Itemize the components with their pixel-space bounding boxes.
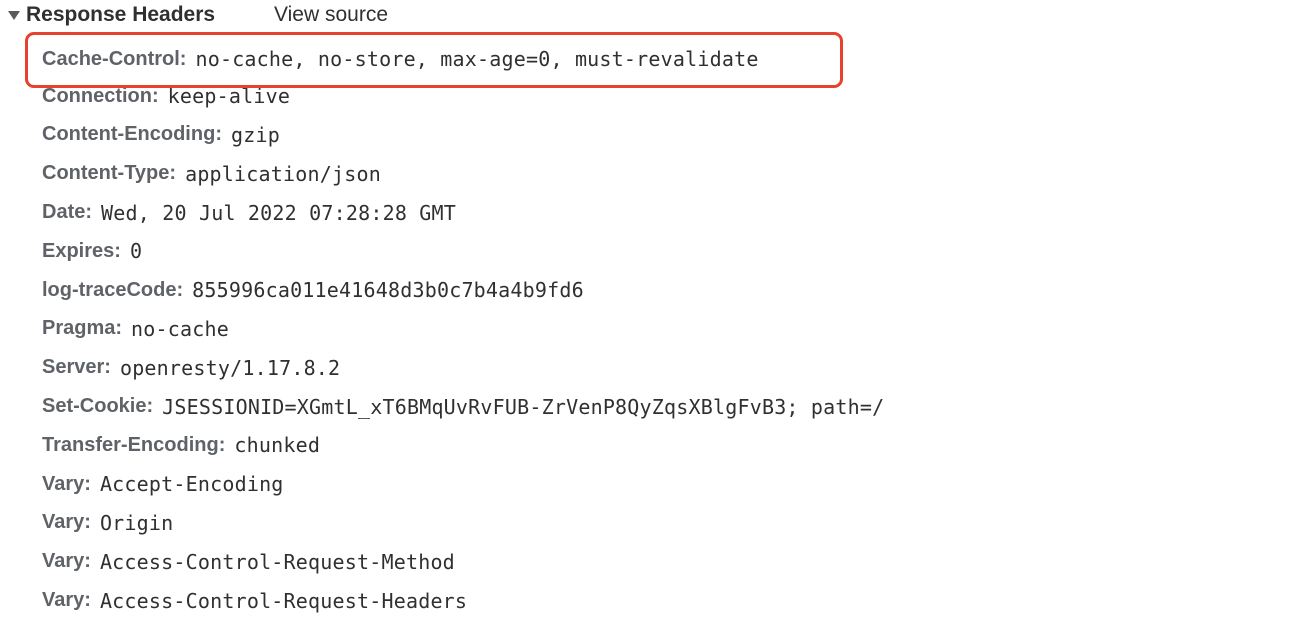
header-name: Date <box>42 201 86 224</box>
header-colon: : <box>85 201 93 224</box>
header-row: Vary: Accept-Encoding <box>42 465 884 504</box>
header-colon: : <box>114 239 121 262</box>
header-colon: : <box>169 162 177 185</box>
header-row: Content-Type: application/json <box>42 154 884 193</box>
header-name: Vary <box>42 550 85 573</box>
annotation-highlight-box: Cache-Control: no-cache, no-store, max-ag… <box>25 32 843 88</box>
header-colon: : <box>84 550 91 573</box>
header-value: no-cache, no-store, max-age=0, must-reva… <box>195 47 759 72</box>
header-colon: : <box>152 84 159 107</box>
header-row: Content-Encoding: gzip <box>42 116 884 155</box>
header-name: Vary <box>42 511 85 534</box>
header-name: Vary <box>42 589 85 612</box>
header-colon: : <box>84 589 91 612</box>
header-value: JSESSIONID=XGmtL_xT6BMqUvRvFUB-ZrVenP8Qy… <box>162 394 885 419</box>
header-value: Access-Control-Request-Method <box>99 549 455 574</box>
header-row: Set-Cookie: JSESSIONID=XGmtL_xT6BMqUvRvFU… <box>42 387 884 426</box>
header-value: gzip <box>230 122 280 147</box>
header-value: Origin <box>99 510 174 535</box>
header-value: no-cache <box>131 316 229 341</box>
header-colon: : <box>179 47 187 70</box>
header-colon: : <box>84 472 91 495</box>
header-colon: : <box>104 356 111 379</box>
header-name: Content-Encoding <box>42 123 216 146</box>
header-value: Wed, 20 Jul 2022 07:28:28 GMT <box>101 200 457 225</box>
header-colon: : <box>146 395 154 418</box>
header-colon: : <box>218 433 226 456</box>
header-row: Pragma: no-cache <box>42 310 884 349</box>
header-row: Server: openresty/1.17.8.2 <box>42 348 884 387</box>
header-row-cache-control: Cache-Control: no-cache, no-store, max-ag… <box>42 40 759 79</box>
header-colon: : <box>115 317 123 340</box>
header-colon: : <box>176 278 184 301</box>
header-name: Transfer-Encoding <box>42 433 219 456</box>
header-row: Vary: Access-Control-Request-Headers <box>42 581 884 620</box>
header-name: Content-Type <box>42 162 170 185</box>
header-row: log-traceCode:855996ca011e41648d3b0c7b4a… <box>42 271 884 310</box>
header-value: chunked <box>234 433 321 458</box>
header-colon: : <box>215 123 222 146</box>
section-title: Response Headers <box>26 3 216 26</box>
header-name: Server <box>42 356 105 379</box>
header-value: Access-Control-Request-Headers <box>99 588 468 613</box>
header-name: Vary <box>42 472 85 495</box>
response-headers-toggle[interactable]: Response Headers <box>8 2 215 28</box>
header-row: Transfer-Encoding: chunked <box>42 426 884 465</box>
header-row: Date: Wed, 20 Jul 2022 07:28:28 GMT <box>42 193 884 232</box>
header-name: Pragma <box>42 317 116 340</box>
header-row: Vary: Access-Control-Request-Method <box>42 542 884 581</box>
response-headers-list: Connection: keep-alive Content-Encoding: g… <box>42 38 884 620</box>
header-name: log-traceCode <box>42 278 177 301</box>
header-row: Expires:0 <box>42 232 884 271</box>
header-colon: : <box>84 511 91 534</box>
header-value: 0 <box>129 239 143 264</box>
header-name: Cache-Control <box>42 47 180 70</box>
header-value: Accept-Encoding <box>99 472 284 497</box>
header-value: openresty/1.17.8.2 <box>119 355 341 380</box>
header-value: 855996ca011e41648d3b0c7b4a4b9fd6 <box>192 278 584 303</box>
header-name: Connection <box>42 84 152 107</box>
view-source-link[interactable]: View source <box>274 2 388 28</box>
header-name: Expires <box>42 239 115 262</box>
header-row: Vary: Origin <box>42 504 884 543</box>
header-value: application/json <box>185 161 381 186</box>
triangle-down-icon <box>8 11 20 20</box>
header-name: Set-Cookie <box>42 395 147 418</box>
